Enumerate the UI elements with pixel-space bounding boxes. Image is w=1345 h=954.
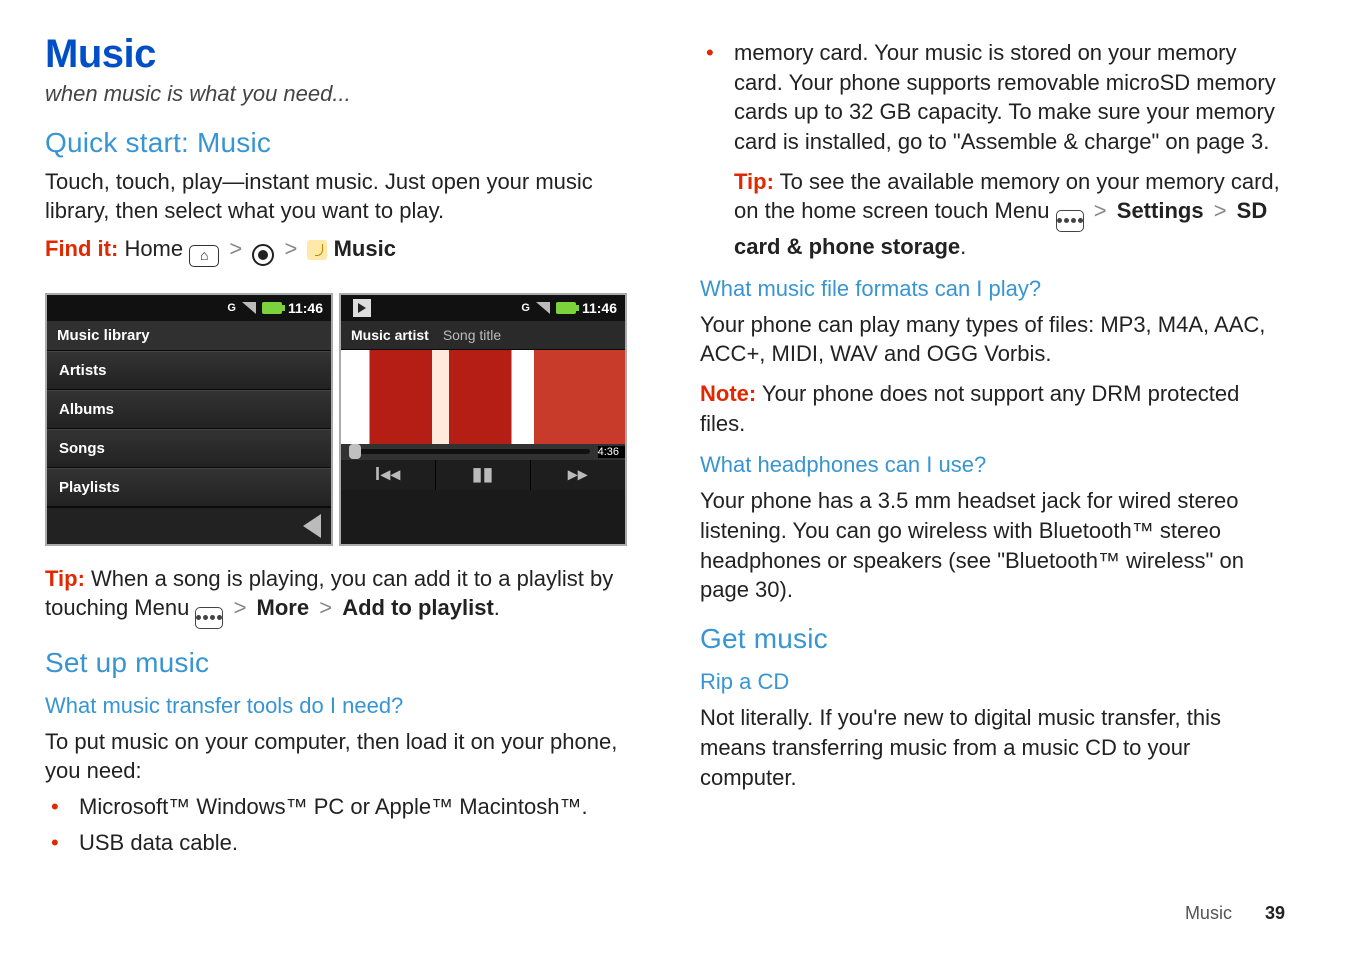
progress-track[interactable] [349, 449, 590, 454]
breadcrumb-sep: > [225, 236, 246, 261]
now-playing-artist: Music artist [351, 327, 429, 343]
playlist-tip: Tip: When a song is playing, you can add… [45, 564, 630, 629]
rip-body: Not literally. If you're new to digital … [700, 703, 1285, 792]
drm-note: Note: Your phone does not support any DR… [700, 379, 1285, 438]
list-item: Microsoft™ Windows™ PC or Apple™ Macinto… [45, 792, 630, 822]
setup-list: Microsoft™ Windows™ PC or Apple™ Macinto… [45, 792, 630, 857]
next-button[interactable]: ▸▸ [530, 460, 625, 490]
prev-button[interactable]: I◂◂ [341, 460, 435, 490]
heading-transfer-tools: What music transfer tools do I need? [45, 693, 630, 719]
footer-page-number: 39 [1265, 903, 1285, 923]
note-label: Note: [700, 381, 756, 406]
library-row-albums[interactable]: Albums [47, 390, 331, 429]
progress-bar[interactable]: 4:36 [341, 444, 625, 460]
list-item: memory card. Your music is stored on you… [700, 38, 1285, 157]
status-time: 11:46 [582, 300, 617, 316]
footer-section: Music [1185, 903, 1232, 923]
track-duration: 4:36 [598, 446, 625, 458]
now-playing-bar: Music artist Song title [341, 321, 625, 350]
album-art: 4:36 [341, 350, 625, 460]
play-status-icon [353, 299, 371, 317]
note-body: Your phone does not support any DRM prot… [700, 381, 1239, 436]
player-controls: I◂◂ ▮▮ ▸▸ [341, 460, 625, 490]
find-it-music: Music [334, 236, 396, 261]
network-g-icon: G [227, 302, 236, 314]
breadcrumb-sep: > [280, 236, 301, 261]
memory-tip: Tip: To see the available memory on your… [734, 167, 1285, 262]
battery-icon [262, 302, 282, 314]
tip-settings: Settings [1117, 198, 1204, 223]
home-icon: ⌂ [189, 245, 219, 267]
list-item: USB data cable. [45, 828, 630, 858]
heading-headphones: What headphones can I use? [700, 452, 1285, 478]
heading-rip: Rip a CD [700, 669, 1285, 695]
battery-icon [556, 302, 576, 314]
signal-icon [536, 302, 550, 314]
menu-icon [195, 607, 223, 629]
status-bar: G 11:46 [47, 295, 331, 321]
signal-icon [242, 302, 256, 314]
network-g-icon: G [521, 302, 530, 314]
heading-formats: What music file formats can I play? [700, 276, 1285, 302]
formats-body: Your phone can play many types of files:… [700, 310, 1285, 369]
library-row-songs[interactable]: Songs [47, 429, 331, 468]
library-header: Music library [47, 321, 331, 351]
tip-add: Add to playlist [342, 595, 494, 620]
app-drawer-icon [252, 244, 274, 266]
find-it-label: Find it: [45, 236, 118, 261]
status-bar: G 11:46 [341, 295, 625, 321]
page-footer: Music 39 [1185, 903, 1285, 924]
pause-button[interactable]: ▮▮ [435, 460, 530, 490]
heading-setup: Set up music [45, 647, 630, 679]
setup-body: To put music on your computer, then load… [45, 727, 630, 786]
tip-dot: . [494, 595, 500, 620]
phone-player: G 11:46 Music artist Song title 4:36 [339, 293, 627, 546]
back-bar [47, 507, 331, 544]
quickstart-body: Touch, touch, play—instant music. Just o… [45, 167, 630, 226]
phone-screenshots: G 11:46 Music library Artists Albums Son… [45, 293, 630, 546]
library-row-artists[interactable]: Artists [47, 351, 331, 390]
library-row-playlists[interactable]: Playlists [47, 468, 331, 507]
music-app-icon [307, 240, 327, 260]
memcard-list: memory card. Your music is stored on you… [700, 38, 1285, 157]
heading-quickstart: Quick start: Music [45, 127, 630, 159]
tip-label: Tip: [45, 566, 85, 591]
tip-label: Tip: [734, 169, 774, 194]
status-time: 11:46 [288, 300, 323, 316]
find-it-line: Find it: Home ⌂ > > Music [45, 234, 630, 266]
back-arrow-icon[interactable] [303, 514, 321, 538]
tip-more: More [257, 595, 310, 620]
heading-music: Music [45, 32, 630, 77]
heading-get-music: Get music [700, 623, 1285, 655]
tip-dot: . [960, 234, 966, 259]
find-it-home: Home [124, 236, 183, 261]
tagline: when music is what you need... [45, 79, 630, 109]
now-playing-title: Song title [443, 327, 501, 343]
headphones-body: Your phone has a 3.5 mm headset jack for… [700, 486, 1285, 605]
menu-icon [1056, 210, 1084, 232]
phone-library: G 11:46 Music library Artists Albums Son… [45, 293, 333, 546]
